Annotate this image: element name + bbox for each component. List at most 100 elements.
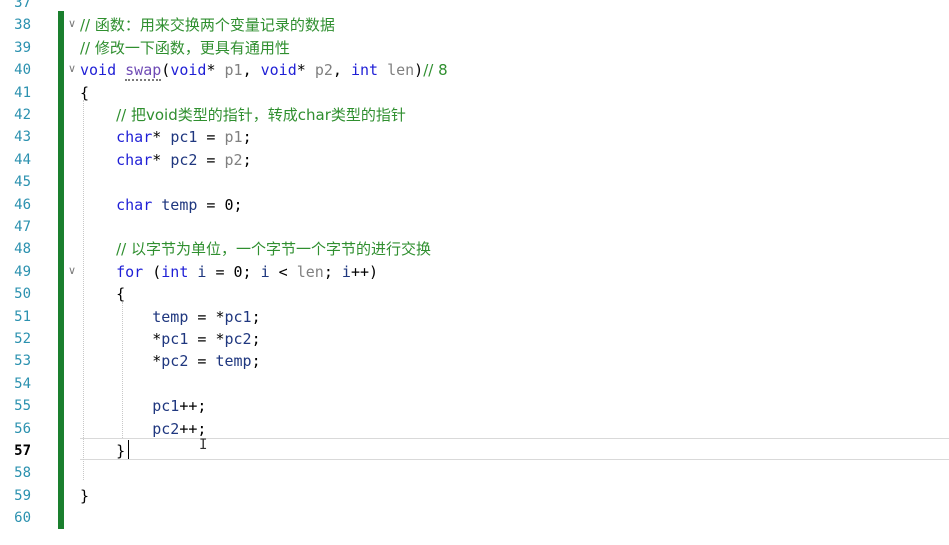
code-text[interactable]: void swap(void* p1, void* p2, int len)//…: [80, 59, 448, 82]
code-token: temp: [152, 307, 189, 326]
code-token: len: [296, 262, 324, 281]
code-line[interactable]: 59}: [0, 485, 949, 507]
line-number: 60: [14, 510, 31, 527]
code-token: =: [197, 128, 225, 147]
code-token: ;: [242, 150, 252, 169]
code-token: p1: [224, 128, 243, 147]
line-number: 38: [14, 17, 31, 34]
code-line[interactable]: 47: [0, 216, 949, 238]
line-number: 58: [14, 465, 31, 482]
line-number: 51: [14, 308, 31, 325]
line-number: 52: [14, 331, 31, 347]
code-line[interactable]: 57 }: [0, 440, 949, 462]
code-token: =: [197, 150, 225, 169]
line-number: 41: [14, 84, 31, 101]
code-token: =: [197, 195, 225, 214]
code-token: void: [80, 61, 117, 80]
code-line[interactable]: 56 pc2++;: [0, 418, 949, 440]
code-line[interactable]: 54: [0, 373, 949, 395]
code-text[interactable]: for (int i = 0; i < len; i++): [80, 261, 378, 283]
code-token: ,: [332, 61, 351, 80]
code-line[interactable]: 38 ∨// 函数：用来交换两个变量记录的数据: [0, 14, 949, 36]
code-line[interactable]: 50 {: [0, 283, 949, 305]
code-line[interactable]: 42 // 把void类型的指针，转成char类型的指针: [0, 104, 949, 126]
code-token: i: [260, 262, 270, 281]
code-token: pc1: [161, 330, 189, 348]
code-text[interactable]: *pc2 = temp;: [80, 350, 260, 372]
code-text[interactable]: {: [80, 82, 89, 104]
code-token: void: [260, 61, 297, 80]
code-token: ;: [242, 128, 252, 147]
code-token: 0: [224, 195, 234, 214]
code-text[interactable]: char* pc1 = p1;: [80, 126, 252, 148]
code-token: i: [341, 262, 351, 281]
line-number: 57: [14, 443, 31, 459]
code-token: *: [296, 61, 315, 80]
code-token: *: [152, 128, 171, 147]
fold-chevron-icon[interactable]: ∨: [66, 63, 78, 75]
code-token: // 把void类型的指针，转成char类型的指针: [116, 106, 406, 124]
code-line[interactable]: 51 temp = *pc1;: [0, 306, 949, 328]
line-number: 39: [14, 39, 31, 56]
code-line[interactable]: 52 *pc1 = *pc2;: [0, 328, 949, 350]
code-line[interactable]: 60: [0, 507, 949, 529]
fold-chevron-icon[interactable]: ∨: [66, 264, 78, 277]
code-token: len: [387, 61, 415, 80]
code-line[interactable]: 48 // 以字节为单位，一个字节一个字节的进行交换: [0, 238, 949, 260]
code-text[interactable]: *pc1 = *pc2;: [80, 328, 261, 350]
code-text[interactable]: {: [80, 283, 125, 305]
code-token: void: [170, 61, 207, 80]
code-text[interactable]: pc2++;: [80, 418, 206, 440]
code-text[interactable]: }: [80, 485, 89, 507]
line-number: 44: [14, 151, 31, 168]
code-editor[interactable]: 37 38 ∨// 函数：用来交换两个变量记录的数据 39// 修改一下函数，更具有通…: [0, 0, 949, 545]
code-token: // 8: [423, 61, 448, 80]
code-text[interactable]: char temp = 0;: [80, 194, 243, 216]
code-token: pc2: [170, 150, 198, 169]
code-token: ;: [323, 262, 342, 281]
code-token: *: [80, 330, 162, 348]
line-number: 49: [14, 263, 31, 280]
code-line[interactable]: 58: [0, 462, 949, 484]
code-token: ,: [242, 61, 261, 80]
line-number: 45: [14, 174, 31, 191]
code-token: // 以字节为单位，一个字节一个字节的进行交换: [116, 240, 432, 259]
code-text[interactable]: temp = *pc1;: [80, 306, 261, 328]
code-text[interactable]: pc1++;: [80, 395, 206, 417]
line-number: 37: [14, 0, 31, 11]
code-line[interactable]: 43 char* pc1 = p1;: [0, 126, 949, 148]
code-line[interactable]: 41 {: [0, 82, 949, 104]
code-text[interactable]: char* pc2 = p2;: [80, 149, 252, 171]
code-line[interactable]: 55 pc1++;: [0, 395, 949, 417]
code-text[interactable]: // 修改一下函数，更具有通用性: [80, 37, 290, 59]
code-text[interactable]: // 以字节为单位，一个字节一个字节的进行交换: [80, 238, 431, 260]
code-token: ): [414, 61, 424, 80]
code-line[interactable]: 37: [0, 0, 949, 14]
code-text[interactable]: }: [80, 440, 125, 462]
code-line[interactable]: 40 ∨ void swap(void* p1, void* p2, int len…: [0, 59, 949, 82]
fold-chevron-icon[interactable]: ∨: [66, 18, 78, 30]
code-line[interactable]: 45: [0, 171, 949, 193]
code-line[interactable]: 53 *pc2 = temp;: [0, 350, 949, 372]
code-token: pc2: [224, 330, 252, 348]
code-token: ;: [251, 330, 261, 348]
code-text[interactable]: // 函数：用来交换两个变量记录的数据: [80, 14, 335, 36]
code-token: // 修改一下函数，更具有通用性: [80, 38, 290, 57]
code-line[interactable]: 39 // 修改一下函数，更具有通用性: [0, 37, 949, 59]
code-token: {: [80, 83, 90, 102]
code-token: ;: [251, 307, 261, 326]
code-token: }: [80, 486, 90, 505]
code-line[interactable]: 46 char temp = 0;: [0, 194, 949, 216]
code-line[interactable]: 44 char* pc2 = p2;: [0, 149, 949, 171]
code-token: ;: [233, 195, 243, 214]
code-text[interactable]: // 把void类型的指针，转成char类型的指针: [80, 104, 406, 126]
code-token: pc1: [152, 397, 180, 416]
code-line[interactable]: 49 ∨ for (int i = 0; i < len; i++): [0, 261, 949, 283]
code-token: pc1: [170, 128, 198, 147]
